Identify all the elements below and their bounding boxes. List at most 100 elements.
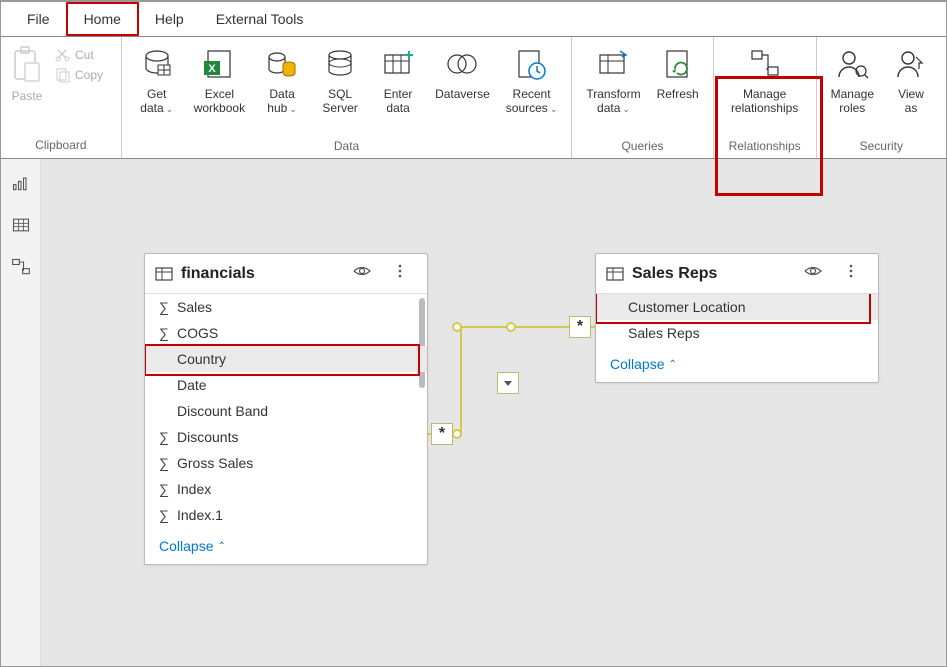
manage-relationships-button[interactable]: Manage relationships (720, 41, 810, 137)
field-index[interactable]: ∑Index (145, 476, 427, 502)
more-icon[interactable] (391, 262, 409, 280)
excel-button[interactable]: X Excel workbook (186, 41, 253, 137)
field-customer-location[interactable]: Customer Location (596, 294, 878, 320)
dataverse-button[interactable]: Dataverse (427, 41, 498, 137)
copy-button[interactable]: Copy (51, 65, 107, 85)
table-icon (155, 265, 173, 283)
model-canvas[interactable]: * * financials ∑Sales ∑COGS Country (41, 159, 946, 666)
table-financials-header[interactable]: financials (145, 254, 427, 294)
table-sales-reps-body: Customer Location Sales Reps (596, 294, 878, 346)
svg-text:X: X (209, 63, 217, 75)
table-financials-title: financials (181, 265, 345, 283)
cardinality-right: * (569, 316, 591, 338)
transform-label: Transform data⌄ (586, 87, 640, 116)
data-group-label: Data (128, 137, 566, 157)
table-sales-reps-title: Sales Reps (632, 265, 796, 283)
field-discounts[interactable]: ∑Discounts (145, 424, 427, 450)
view-as-icon (894, 47, 928, 81)
filter-direction-icon (502, 377, 514, 389)
excel-icon: X (202, 47, 236, 81)
recent-sources-button[interactable]: Recent sources⌄ (498, 41, 566, 137)
table-icon (606, 265, 624, 283)
scroll-indicator[interactable] (419, 298, 425, 388)
view-as-button[interactable]: View as (882, 41, 940, 137)
cut-label: Cut (75, 48, 94, 62)
ribbon-group-security: Manage roles View as Security (817, 37, 946, 158)
view-as-label: View as (898, 87, 924, 116)
collapse-financials[interactable]: Collapse⌃ (145, 528, 240, 564)
field-gross-sales[interactable]: ∑Gross Sales (145, 450, 427, 476)
paste-icon (11, 45, 43, 85)
table-sales-reps[interactable]: Sales Reps Customer Location Sales Reps … (595, 253, 879, 383)
refresh-icon (661, 47, 695, 81)
sql-button[interactable]: SQL Server (311, 41, 369, 137)
table-financials[interactable]: financials ∑Sales ∑COGS Country Date Dis… (144, 253, 428, 565)
menu-help[interactable]: Help (139, 2, 200, 36)
data-hub-label: Data hub⌄ (267, 87, 297, 116)
collapse-sales-reps[interactable]: Collapse⌃ (596, 346, 691, 382)
manage-relationships-icon (748, 47, 782, 81)
paste-label: Paste (12, 89, 43, 103)
field-country[interactable]: Country (145, 346, 427, 372)
get-data-button[interactable]: Get data⌄ (128, 41, 186, 137)
model-view-icon (11, 257, 31, 277)
model-view-button[interactable] (9, 255, 33, 279)
enter-data-label: Enter data (384, 87, 413, 116)
field-date[interactable]: Date (145, 372, 427, 398)
table-sales-reps-header[interactable]: Sales Reps (596, 254, 878, 294)
manage-roles-button[interactable]: Manage roles (823, 41, 882, 137)
transform-data-button[interactable]: Transform data⌄ (578, 41, 648, 137)
manage-roles-icon (835, 47, 869, 81)
field-sales-reps[interactable]: Sales Reps (596, 320, 878, 346)
field-sales[interactable]: ∑Sales (145, 294, 427, 320)
manage-roles-label: Manage roles (831, 87, 874, 116)
dataverse-label: Dataverse (435, 87, 490, 101)
relationships-group-label: Relationships (720, 137, 810, 157)
queries-group-label: Queries (578, 137, 706, 157)
ribbon: Paste Cut Copy Clipboard Get data⌄ (1, 37, 946, 159)
cut-icon (55, 47, 71, 63)
transform-icon (596, 47, 630, 81)
enter-data-icon (381, 47, 415, 81)
data-hub-button[interactable]: Data hub⌄ (253, 41, 311, 137)
copy-icon (55, 67, 71, 83)
security-group-label: Security (823, 137, 940, 157)
filter-direction[interactable] (497, 372, 519, 394)
cardinality-left: * (431, 423, 453, 445)
more-icon[interactable] (842, 262, 860, 280)
recent-sources-label: Recent sources⌄ (506, 87, 558, 116)
ribbon-group-clipboard: Paste Cut Copy Clipboard (1, 37, 122, 158)
menu-home[interactable]: Home (66, 2, 139, 36)
menubar: File Home Help External Tools (1, 1, 946, 37)
chevron-up-icon: ⌃ (668, 359, 676, 370)
field-index1[interactable]: ∑Index.1 (145, 502, 427, 528)
visibility-icon[interactable] (353, 262, 371, 280)
view-sidebar (1, 159, 41, 666)
excel-label: Excel workbook (194, 87, 245, 116)
field-cogs[interactable]: ∑COGS (145, 320, 427, 346)
refresh-label: Refresh (657, 87, 699, 101)
recent-sources-icon (515, 47, 549, 81)
sql-label: SQL Server (322, 87, 357, 116)
ribbon-group-relationships: Manage relationships Relationships (714, 37, 817, 158)
visibility-icon[interactable] (804, 262, 822, 280)
clipboard-group-label: Clipboard (7, 136, 115, 156)
table-financials-body: ∑Sales ∑COGS Country Date Discount Band … (145, 294, 427, 528)
sql-icon (323, 47, 357, 81)
data-hub-icon (265, 47, 299, 81)
get-data-icon (140, 47, 174, 81)
paste-button[interactable]: Paste (7, 41, 47, 103)
copy-label: Copy (75, 68, 103, 82)
menu-file[interactable]: File (11, 2, 66, 36)
refresh-button[interactable]: Refresh (649, 41, 707, 137)
enter-data-button[interactable]: Enter data (369, 41, 427, 137)
data-view-button[interactable] (9, 213, 33, 237)
field-discount-band[interactable]: Discount Band (145, 398, 427, 424)
manage-relationships-label: Manage relationships (731, 87, 798, 116)
chevron-up-icon: ⌃ (217, 541, 225, 552)
cut-button[interactable]: Cut (51, 45, 107, 65)
dataverse-icon (445, 47, 479, 81)
data-view-icon (11, 215, 31, 235)
report-view-button[interactable] (9, 171, 33, 195)
menu-external-tools[interactable]: External Tools (200, 2, 320, 36)
